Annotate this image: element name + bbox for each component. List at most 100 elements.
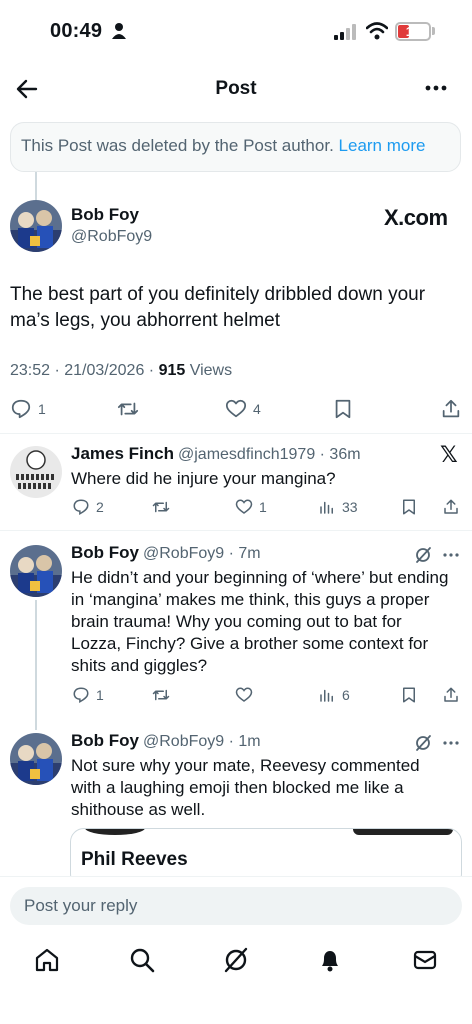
- battery-level: 10: [405, 24, 421, 39]
- post-text: The best part of you definitely dribbled…: [10, 284, 426, 331]
- card-name: Phil Reeves: [81, 849, 188, 870]
- share-icon: [442, 399, 460, 418]
- grok-icon: [224, 947, 248, 973]
- more-icon[interactable]: [424, 80, 448, 96]
- reply-button[interactable]: 2: [72, 498, 104, 516]
- x-logo-icon: 𝕏: [440, 442, 458, 467]
- bookmark-button[interactable]: [332, 398, 354, 420]
- like-icon: [225, 399, 247, 418]
- reply-count: 1: [96, 687, 104, 703]
- like-icon: [235, 499, 253, 514]
- like-count: 4: [253, 401, 261, 417]
- more-icon[interactable]: [442, 734, 460, 752]
- thread-line: [35, 172, 37, 200]
- bookmark-icon: [403, 687, 415, 703]
- deleted-notice-text: This Post was deleted by the Post author…: [21, 136, 334, 155]
- reply-meta: @RobFoy9 · 7m: [143, 545, 261, 562]
- repost-button[interactable]: [152, 686, 170, 704]
- thread-line: [35, 600, 37, 730]
- like-button[interactable]: 4: [225, 398, 261, 420]
- reply-button[interactable]: 1: [72, 686, 104, 704]
- more-icon[interactable]: [442, 546, 460, 564]
- status-time: 00:49: [50, 20, 103, 42]
- reply-author[interactable]: Bob Foy @RobFoy9 · 1m: [71, 731, 261, 751]
- learn-more-link[interactable]: Learn more: [339, 136, 426, 155]
- views-icon: [320, 501, 333, 514]
- reply-meta: @jamesdfinch1979 · 36m: [178, 446, 361, 463]
- repost-icon: [117, 402, 139, 416]
- post-meta: 23:52 · 21/03/2026 · 915 Views: [10, 362, 232, 380]
- search-icon: [130, 948, 155, 973]
- views-label: Views: [185, 362, 233, 379]
- avatar[interactable]: [10, 200, 62, 252]
- tab-grok[interactable]: [222, 946, 250, 974]
- reply-author-name: Bob Foy: [71, 543, 139, 562]
- like-count: 1: [259, 499, 267, 515]
- views-count: 33: [342, 499, 358, 515]
- reply-meta: @RobFoy9 · 1m: [143, 733, 261, 750]
- bottom-tab-bar: [0, 936, 472, 1024]
- author-handle[interactable]: @RobFoy9: [71, 228, 152, 246]
- signal-icon: [334, 24, 356, 40]
- home-icon: [35, 948, 59, 972]
- notifications-icon: [322, 951, 338, 972]
- deleted-post-notice: This Post was deleted by the Post author…: [10, 122, 461, 172]
- share-button[interactable]: [442, 686, 460, 704]
- tab-notifications[interactable]: [316, 946, 344, 974]
- reply-icon: [73, 687, 89, 704]
- like-icon: [235, 687, 253, 702]
- avatar[interactable]: [10, 545, 62, 597]
- repost-button[interactable]: [152, 498, 170, 516]
- post-header: Post: [0, 64, 472, 114]
- share-icon: [444, 499, 458, 514]
- tab-home[interactable]: [33, 946, 61, 974]
- reply-icon: [11, 399, 31, 419]
- reply-count: 2: [96, 499, 104, 515]
- reply-text: Not sure why your mate, Reevesy commente…: [71, 756, 420, 819]
- grok-icon[interactable]: [414, 734, 432, 752]
- share-button[interactable]: [440, 398, 462, 420]
- divider: [0, 433, 472, 434]
- x-com-watermark: X.com: [384, 205, 448, 230]
- share-button[interactable]: [442, 498, 460, 516]
- views-icon: [320, 689, 333, 702]
- tab-search[interactable]: [128, 946, 156, 974]
- repost-button[interactable]: [117, 398, 139, 420]
- share-icon: [444, 687, 458, 702]
- avatar[interactable]: [10, 446, 62, 498]
- views-button[interactable]: 33: [318, 498, 358, 516]
- reply-text: Where did he injure your mangina?: [71, 469, 336, 488]
- bookmark-button[interactable]: [400, 498, 418, 516]
- reply-author[interactable]: James Finch @jamesdfinch1979 · 36m: [71, 444, 361, 464]
- reply-author[interactable]: Bob Foy @RobFoy9 · 7m: [71, 543, 261, 563]
- reply-count: 1: [38, 401, 46, 417]
- bookmark-icon: [335, 399, 351, 419]
- messages-icon: [413, 950, 437, 970]
- post-timestamp: 23:52 · 21/03/2026 ·: [10, 362, 159, 379]
- views-count: 6: [342, 687, 350, 703]
- views-count: 915: [158, 362, 186, 379]
- battery-indicator: 10: [395, 22, 431, 41]
- wifi-icon: [366, 22, 388, 40]
- reply-input[interactable]: Post your reply: [10, 887, 462, 925]
- grok-icon[interactable]: [414, 546, 432, 564]
- like-button[interactable]: [235, 686, 253, 704]
- author-name[interactable]: Bob Foy: [71, 205, 139, 225]
- like-button[interactable]: 1: [235, 498, 267, 516]
- repost-icon: [152, 689, 170, 701]
- repost-icon: [152, 501, 170, 513]
- divider: [0, 530, 472, 531]
- page-title: Post: [215, 78, 257, 99]
- reply-icon: [73, 499, 89, 516]
- reply-button[interactable]: 1: [10, 398, 46, 420]
- status-bar: 00:49 10: [0, 0, 472, 64]
- bookmark-button[interactable]: [400, 686, 418, 704]
- bookmark-icon: [403, 499, 415, 515]
- tab-messages[interactable]: [411, 946, 439, 974]
- reply-author-name: Bob Foy: [71, 731, 139, 750]
- views-button[interactable]: 6: [318, 686, 350, 704]
- post-actions: 1 4: [0, 396, 472, 424]
- reply-text: He didn’t and your beginning of ‘where’ …: [71, 568, 449, 675]
- avatar[interactable]: [10, 733, 62, 785]
- reply-bar: Post your reply: [0, 876, 472, 936]
